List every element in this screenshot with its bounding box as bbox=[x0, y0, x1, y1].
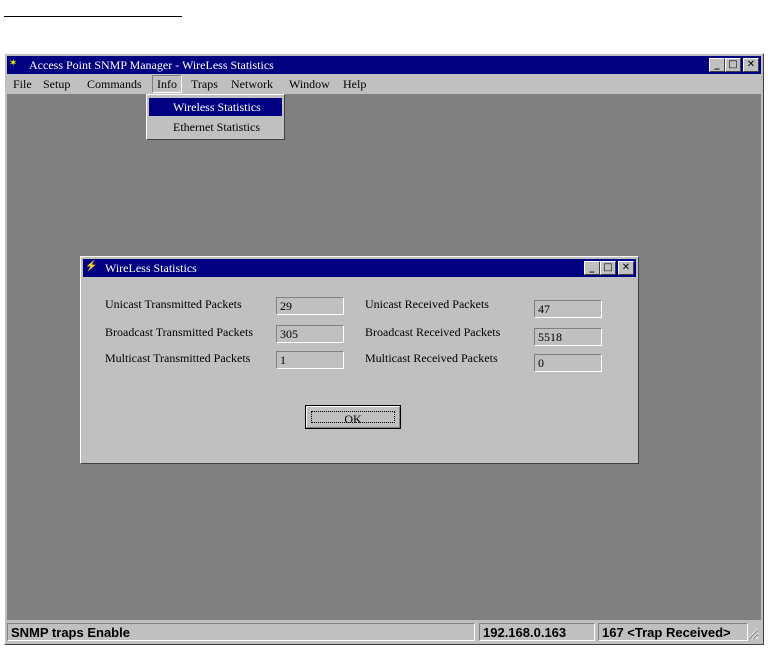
dialog-maximize-button[interactable]: □ bbox=[600, 261, 616, 275]
maximize-icon: □ bbox=[603, 262, 613, 273]
menu-help[interactable]: Help bbox=[339, 76, 370, 92]
multicast-tx-field: 1 bbox=[276, 351, 344, 369]
menu-item-wireless-statistics[interactable]: Wireless Statistics bbox=[149, 98, 282, 116]
status-ip: 192.168.0.163 bbox=[479, 623, 595, 641]
close-icon: ✕ bbox=[621, 262, 631, 273]
menu-file[interactable]: File bbox=[9, 76, 36, 92]
multicast-rx-field: 0 bbox=[534, 354, 602, 372]
dialog-body: Unicast Transmitted Packets 29 Unicast R… bbox=[87, 281, 632, 457]
broadcast-rx-field: 5518 bbox=[534, 328, 602, 346]
minimize-icon: _ bbox=[589, 262, 595, 273]
status-text: SNMP traps Enable bbox=[7, 623, 475, 641]
menu-info[interactable]: Info bbox=[152, 75, 182, 93]
resize-grip-icon[interactable] bbox=[747, 628, 759, 640]
status-bar: SNMP traps Enable 192.168.0.163 167 <Tra… bbox=[7, 622, 761, 642]
multicast-tx-label: Multicast Transmitted Packets bbox=[105, 351, 251, 365]
window-title: Access Point SNMP Manager - WireLess Sta… bbox=[29, 58, 274, 72]
ok-button-label: OK bbox=[311, 411, 395, 426]
menu-setup[interactable]: Setup bbox=[39, 76, 74, 92]
unicast-rx-field: 47 bbox=[534, 300, 602, 318]
maximize-icon: □ bbox=[728, 59, 738, 70]
minimize-button[interactable]: _ bbox=[709, 58, 725, 72]
status-trap-count: 167 <Trap Received> bbox=[598, 623, 748, 641]
dialog-minimize-button[interactable]: _ bbox=[584, 261, 600, 275]
main-title-bar[interactable]: ✶ Access Point SNMP Manager - WireLess S… bbox=[7, 56, 761, 74]
dialog-title: WireLess Statistics bbox=[105, 261, 197, 275]
wireless-statistics-dialog: ⚡ WireLess Statistics _ □ ✕ Unicast Tran… bbox=[80, 256, 639, 464]
menu-bar: File Setup Commands Info Traps Network W… bbox=[7, 75, 761, 93]
unicast-tx-field: 29 bbox=[276, 297, 344, 315]
broadcast-rx-label: Broadcast Received Packets bbox=[365, 325, 501, 339]
dialog-title-bar[interactable]: ⚡ WireLess Statistics _ □ ✕ bbox=[83, 259, 636, 277]
dialog-icon: ⚡ bbox=[85, 261, 98, 272]
close-icon: ✕ bbox=[746, 59, 756, 70]
menu-traps[interactable]: Traps bbox=[187, 76, 222, 92]
close-button[interactable]: ✕ bbox=[743, 58, 759, 72]
info-dropdown-menu: Wireless Statistics Ethernet Statistics bbox=[146, 94, 285, 140]
menu-item-ethernet-statistics[interactable]: Ethernet Statistics bbox=[149, 118, 282, 136]
menu-window[interactable]: Window bbox=[285, 76, 334, 92]
ok-button[interactable]: OK bbox=[305, 405, 401, 429]
broadcast-tx-label: Broadcast Transmitted Packets bbox=[105, 325, 253, 339]
menu-network[interactable]: Network bbox=[227, 76, 277, 92]
unicast-tx-label: Unicast Transmitted Packets bbox=[105, 297, 242, 311]
unicast-rx-label: Unicast Received Packets bbox=[365, 297, 489, 311]
maximize-button[interactable]: □ bbox=[725, 58, 741, 72]
underline-rule bbox=[4, 16, 182, 17]
multicast-rx-label: Multicast Received Packets bbox=[365, 351, 498, 365]
dialog-close-button[interactable]: ✕ bbox=[618, 261, 634, 275]
minimize-icon: _ bbox=[714, 59, 720, 70]
app-icon: ✶ bbox=[9, 58, 18, 69]
menu-commands[interactable]: Commands bbox=[83, 76, 146, 92]
broadcast-tx-field: 305 bbox=[276, 325, 344, 343]
